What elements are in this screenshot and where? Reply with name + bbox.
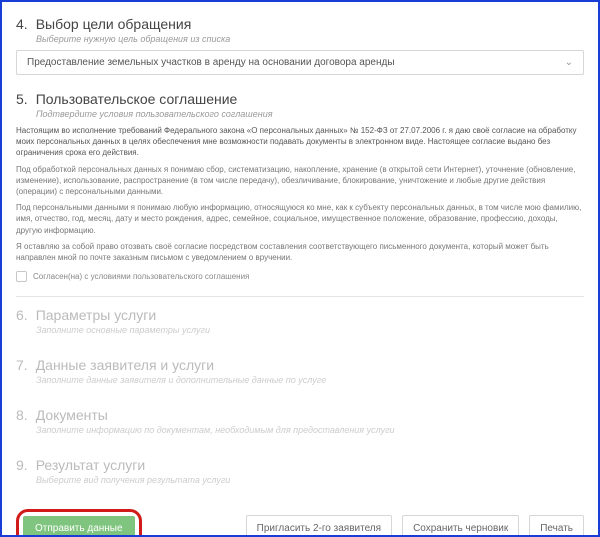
purpose-select-value: Предоставление земельных участков в арен…	[27, 57, 395, 68]
agreement-p3: Под персональными данными я понимаю любу…	[16, 202, 584, 236]
form-frame: 4. Выбор цели обращения Выберите нужную …	[0, 0, 600, 537]
print-button[interactable]: Печать	[529, 515, 584, 537]
section-8-sub: Заполните информацию по документам, необ…	[36, 425, 584, 435]
section-7: 7. Данные заявителя и услуги Заполните д…	[16, 351, 584, 401]
agreement-text: Настоящим во исполнение требований Федер…	[16, 125, 584, 263]
section-7-sub: Заполните данные заявителя и дополнитель…	[36, 375, 584, 385]
agreement-p2: Под обработкой персональных данных я пон…	[16, 164, 584, 198]
section-4-title: Выбор цели обращения	[36, 16, 192, 32]
section-5-sub: Подтвердите условия пользовательского со…	[36, 109, 584, 119]
chevron-down-icon: ⌄	[565, 57, 573, 68]
section-9-num: 9.	[16, 457, 28, 473]
section-8: 8. Документы Заполните информацию по док…	[16, 401, 584, 451]
agreement-p1: Настоящим во исполнение требований Федер…	[16, 125, 584, 159]
section-8-title: Документы	[36, 407, 108, 423]
section-5-title: Пользовательское соглашение	[36, 91, 238, 107]
section-9-title: Результат услуги	[36, 457, 146, 473]
section-4: 4. Выбор цели обращения Выберите нужную …	[16, 10, 584, 85]
section-8-num: 8.	[16, 407, 28, 423]
section-5-num: 5.	[16, 91, 28, 107]
divider	[16, 296, 584, 297]
section-6-title: Параметры услуги	[36, 307, 156, 323]
purpose-select[interactable]: Предоставление земельных участков в арен…	[16, 50, 584, 75]
action-bar: Отправить данные Пригласить 2-го заявите…	[16, 509, 584, 537]
section-6: 6. Параметры услуги Заполните основные п…	[16, 301, 584, 351]
invite-button[interactable]: Пригласить 2-го заявителя	[246, 515, 392, 537]
submit-button[interactable]: Отправить данные	[23, 516, 135, 537]
section-6-num: 6.	[16, 307, 28, 323]
agreement-p4: Я оставляю за собой право отозвать своё …	[16, 241, 584, 263]
section-9-sub: Выберите вид получения результата услуги	[36, 475, 584, 485]
submit-highlight: Отправить данные	[16, 509, 142, 537]
agree-checkbox[interactable]	[16, 271, 27, 282]
section-6-sub: Заполните основные параметры услуги	[36, 325, 584, 335]
section-5: 5. Пользовательское соглашение Подтверди…	[16, 85, 584, 292]
section-4-num: 4.	[16, 16, 28, 32]
section-9: 9. Результат услуги Выберите вид получен…	[16, 451, 584, 501]
agree-checkbox-row: Согласен(на) с условиями пользовательско…	[16, 271, 584, 282]
section-7-num: 7.	[16, 357, 28, 373]
agree-checkbox-label: Согласен(на) с условиями пользовательско…	[33, 272, 249, 281]
save-draft-button[interactable]: Сохранить черновик	[402, 515, 519, 537]
section-7-title: Данные заявителя и услуги	[36, 357, 214, 373]
section-4-sub: Выберите нужную цель обращения из списка	[36, 34, 584, 44]
